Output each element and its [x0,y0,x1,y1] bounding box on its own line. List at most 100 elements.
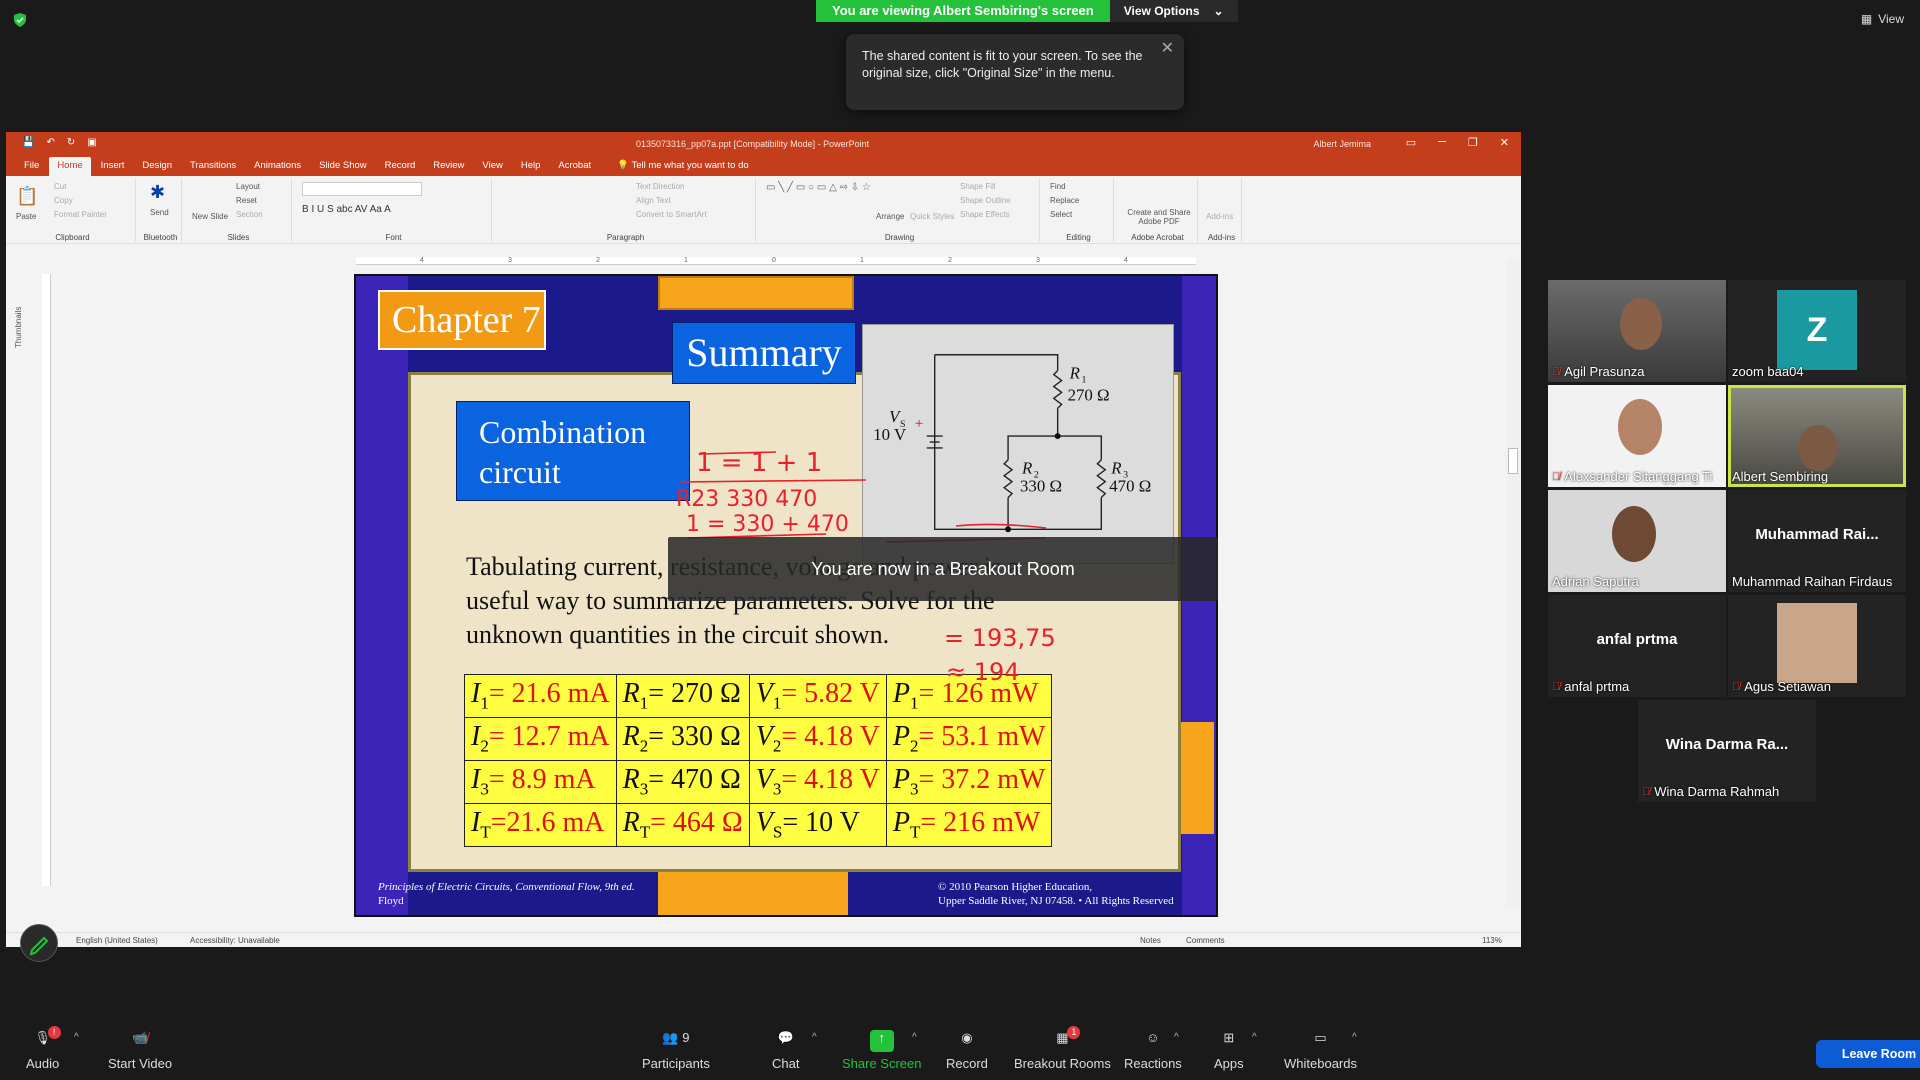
leave-room-button[interactable]: Leave Room [1816,1040,1920,1068]
quick-styles-button[interactable]: Quick Styles [910,212,954,221]
language-status[interactable]: English (United States) [76,936,158,945]
reactions-caret-icon[interactable]: ^ [1174,1032,1179,1043]
tab-acrobat[interactable]: Acrobat [550,157,599,176]
apps-button[interactable]: ⊞ Apps [1214,1030,1244,1071]
find-button[interactable]: Find [1050,182,1066,191]
participant-tile-alexsander[interactable]: 🎙̸ Alexsander Sitanggang Ti [1548,385,1726,487]
shape-outline-button[interactable]: Shape Outline [960,196,1011,205]
participant-tile-agus[interactable]: 🎙̸ Agus Setiawan [1728,595,1906,697]
tab-slide-show[interactable]: Slide Show [311,157,375,176]
thumbnails-pane-toggle[interactable]: Thumbnails [14,268,23,348]
share-caret-icon[interactable]: ^ [912,1032,917,1043]
section-button[interactable]: Section [236,210,263,219]
addins-button[interactable]: Add-ins [1206,212,1233,221]
reset-button[interactable]: Reset [236,196,257,205]
participant-tile-zoom-baa04[interactable]: Z zoom baa04 [1728,280,1906,382]
table-cell: R3= 470 Ω [615,760,750,804]
tab-transitions[interactable]: Transitions [182,157,244,176]
accessibility-status[interactable]: Accessibility: Unavailable [190,936,280,945]
cut-button[interactable]: Cut [54,182,66,191]
audio-caret-icon[interactable]: ^ [74,1032,79,1043]
font-name-field[interactable] [302,182,422,196]
whiteboards-caret-icon[interactable]: ^ [1352,1032,1357,1043]
breakout-rooms-button[interactable]: ▦ 1 Breakout Rooms [1014,1026,1111,1071]
tab-view[interactable]: View [474,157,510,176]
ruler-tick: 2 [948,257,952,264]
shape-effects-button[interactable]: Shape Effects [960,210,1010,219]
tab-design[interactable]: Design [134,157,180,176]
share-screen-button[interactable]: ↑ Share Screen [842,1030,922,1071]
bluetooth-icon[interactable]: ✱ [150,182,165,203]
new-slide-button[interactable]: New Slide [192,212,228,221]
participant-tile-anfal[interactable]: anfal prtma 🎙̸ anfal prtma [1548,595,1726,697]
view-button[interactable]: ▦ View [1861,12,1904,26]
maximize-icon[interactable]: ❐ [1468,136,1478,149]
cell-value: = 126 mW [918,678,1039,710]
view-options-button[interactable]: View Options ⌄ [1109,0,1238,22]
tell-me-search[interactable]: 💡 Tell me what you want to do [609,157,757,176]
cell-subscript: T [480,822,491,842]
participant-tile-agil[interactable]: 🎙̸ Agil Prasunza [1548,280,1726,382]
select-button[interactable]: Select [1050,210,1072,219]
security-shield-icon[interactable] [12,12,28,28]
vertical-scrollbar[interactable] [1506,258,1520,908]
participant-tile-wina[interactable]: Wina Darma Ra... 🎙̸ Wina Darma Rahmah [1638,700,1816,802]
present-icon[interactable]: ▣ [87,137,96,148]
participant-tile-adrian[interactable]: Adrian Saputra [1548,490,1726,592]
tab-animations[interactable]: Animations [246,157,309,176]
text-direction-button[interactable]: Text Direction [636,182,684,191]
participant-tile-muhammad[interactable]: Muhammad Rai... Muhammad Raihan Firdaus [1728,490,1906,592]
notes-button[interactable]: Notes [1140,936,1161,945]
layout-button[interactable]: Layout [236,182,260,191]
close-icon[interactable]: ✕ [1161,40,1174,57]
close-window-icon[interactable]: ✕ [1500,136,1509,149]
tab-home[interactable]: Home [49,157,91,176]
shapes-gallery[interactable]: ▭ ╲ ╱ ▭ ○ ▭ △ ⇨ ⇩ ☆ [766,182,871,193]
font-format-icons[interactable]: B I U S abc AV Aa A [302,204,391,215]
cell-value: = 8.9 mA [488,764,596,796]
editing-group-label: Editing [1066,233,1091,242]
comments-button[interactable]: Comments [1186,936,1225,945]
convert-smartart-button[interactable]: Convert to SmartArt [636,210,707,219]
participants-button[interactable]: 👥 9 Participants [642,1030,710,1071]
undo-icon[interactable]: ↶ [46,137,54,148]
slides-group-label: Slides [227,233,250,242]
participant-display-name: anfal prtma [1596,631,1678,648]
tab-file[interactable]: File [16,157,47,176]
whiteboards-button[interactable]: ▭ Whiteboards [1284,1030,1357,1071]
apps-caret-icon[interactable]: ^ [1252,1032,1257,1043]
start-video-button[interactable]: 📹̸ Start Video [108,1030,172,1071]
participant-tile-albert[interactable]: Albert Sembiring [1728,385,1906,487]
ruler-tick: 2 [596,257,600,264]
redo-icon[interactable]: ↻ [67,137,75,148]
tab-insert[interactable]: Insert [93,157,133,176]
record-button[interactable]: ◉ Record [946,1030,988,1071]
zoom-level[interactable]: 113% [1482,936,1502,945]
copy-button[interactable]: Copy [54,196,73,205]
send-button[interactable]: Send [150,208,169,217]
mic-muted-icon: 🎙̸ [1642,785,1651,798]
r3-symbol: R [1110,459,1122,478]
create-pdf-button[interactable]: Create and Share Adobe PDF [1124,208,1194,226]
save-icon[interactable]: 💾 [22,137,34,148]
annotate-pen-icon[interactable] [20,924,58,962]
scroll-thumb[interactable] [1508,448,1518,474]
ribbon-display-icon[interactable]: ▭ [1406,136,1416,149]
audio-button[interactable]: 🎙! Audio [26,1026,61,1071]
align-text-button[interactable]: Align Text [636,196,671,205]
replace-button[interactable]: Replace [1050,196,1079,205]
tab-review[interactable]: Review [425,157,472,176]
chat-caret-icon[interactable]: ^ [812,1032,817,1043]
tab-record[interactable]: Record [377,157,424,176]
drawing-group: ▭ ╲ ╱ ▭ ○ ▭ △ ⇨ ⇩ ☆ Arrange Quick Styles… [760,178,1040,242]
arrange-button[interactable]: Arrange [876,212,904,221]
tab-help[interactable]: Help [513,157,549,176]
paste-button[interactable]: Paste [16,212,36,221]
name-label: Albert Sembiring [1732,469,1829,484]
paste-icon[interactable]: 📋 [16,186,38,207]
shape-fill-button[interactable]: Shape Fill [960,182,996,191]
format-painter-button[interactable]: Format Painter [54,210,107,219]
minimize-icon[interactable]: ─ [1438,136,1446,149]
cell-symbol: R [622,764,640,796]
chat-button[interactable]: 💬 Chat [772,1030,799,1071]
